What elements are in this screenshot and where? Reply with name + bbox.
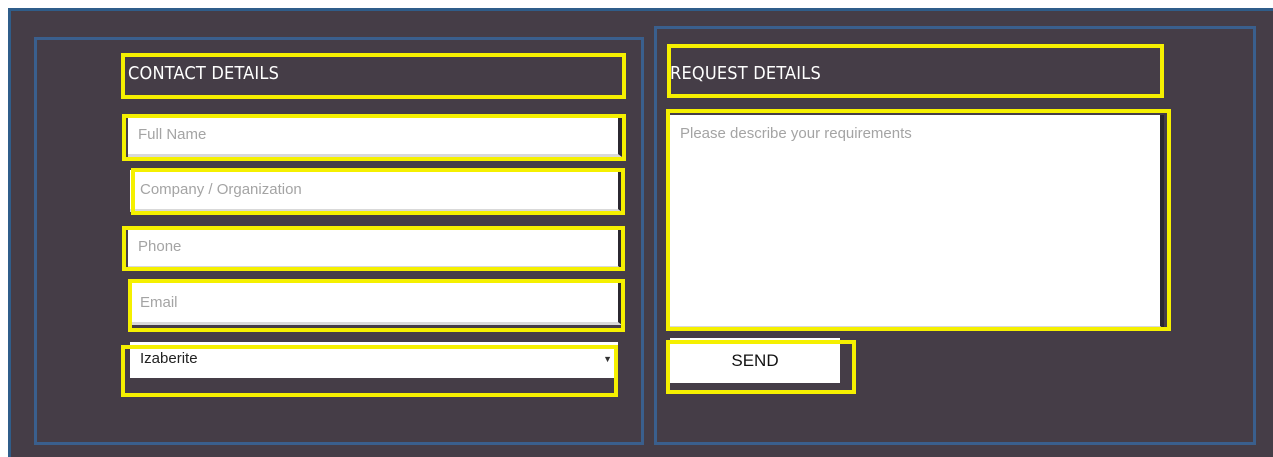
contact-details-heading: CONTACT DETAILS	[128, 63, 280, 84]
select-highlight	[121, 345, 618, 397]
requirements-highlight	[666, 109, 1171, 331]
email-highlight	[128, 279, 625, 332]
full-name-highlight	[122, 114, 626, 161]
form-frame: CONTACT DETAILS Izaberite ▼ REQUEST DETA…	[8, 8, 1273, 457]
phone-highlight	[122, 226, 625, 271]
send-highlight	[666, 340, 856, 394]
request-details-heading: REQUEST DETAILS	[670, 63, 821, 84]
company-highlight	[131, 168, 625, 215]
